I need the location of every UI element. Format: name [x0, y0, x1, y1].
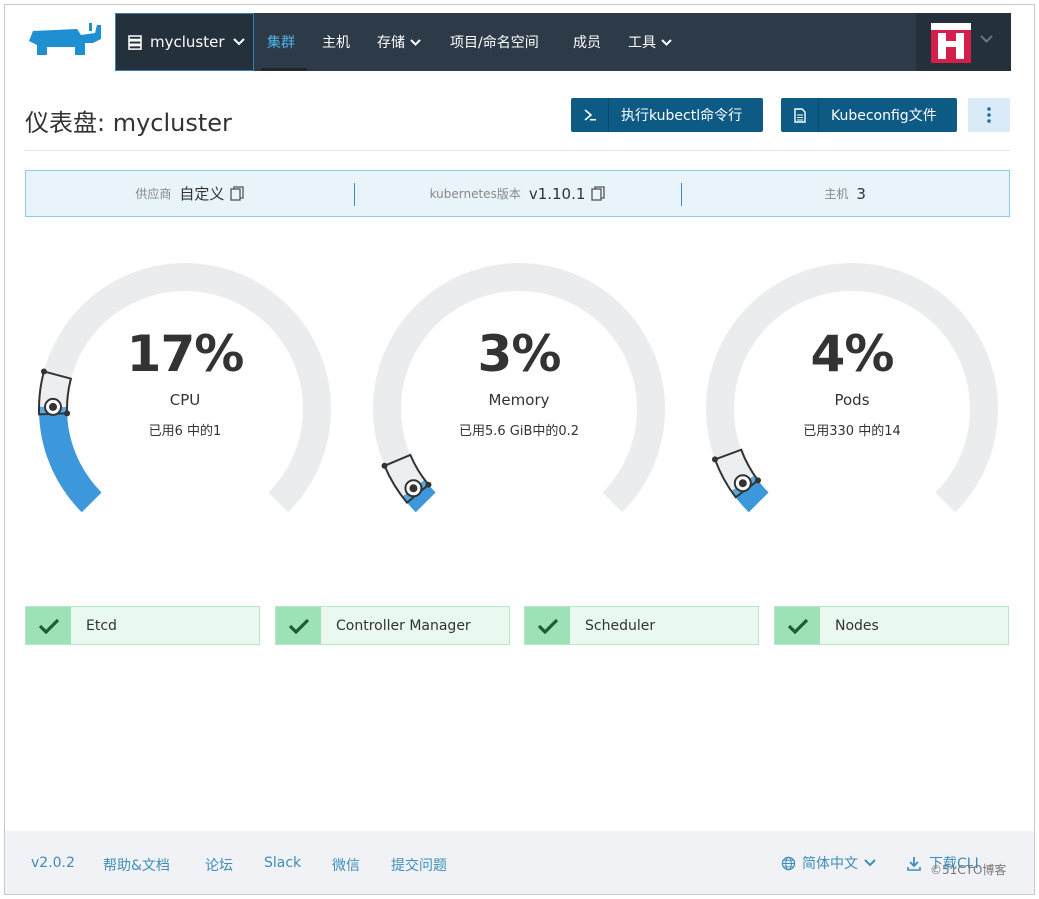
nav-tab-label: 成员: [573, 35, 601, 51]
chevron-down-icon: [232, 38, 245, 46]
top-navbar: mycluster 集群 主机 存储 项目/命名空间 成员 工具: [115, 13, 1011, 71]
nav-tab-cluster[interactable]: 集群: [261, 13, 307, 71]
component-status-controller-manager: Controller Manager: [275, 606, 510, 645]
download-icon: [907, 856, 921, 871]
component-label: Etcd: [86, 617, 117, 634]
cluster-name: mycluster: [150, 33, 225, 51]
check-icon: [775, 607, 820, 644]
nav-tab-label: 存储: [377, 35, 405, 51]
component-status-etcd: Etcd: [25, 606, 260, 645]
hosts-info: 主机 3: [681, 171, 1009, 216]
nav-tab-hosts[interactable]: 主机: [322, 13, 350, 71]
terminal-icon: [571, 98, 609, 132]
nav-tab-label: 项目/命名空间: [450, 35, 539, 51]
gauge-track: [706, 263, 998, 513]
check-icon: [525, 607, 570, 644]
gauge-knob-dot: [409, 484, 418, 493]
cpu-gauge: 17% CPU 已用6 中的1: [35, 257, 335, 527]
gauge-handle-dot: [381, 462, 388, 469]
gauge-handle-dot: [711, 456, 718, 463]
more-actions-button[interactable]: [968, 98, 1010, 132]
avatar: [931, 23, 971, 63]
gauge-handle-dot: [755, 477, 762, 484]
page-title: 仪表盘: mycluster: [25, 109, 232, 137]
file-icon: [781, 98, 819, 132]
gauge-label: Pods: [834, 391, 870, 409]
nav-tab-storage[interactable]: 存储: [377, 13, 421, 71]
gauge-usage: 已用6 中的1: [148, 424, 222, 439]
component-status-nodes: Nodes: [774, 606, 1009, 645]
forum-link[interactable]: 论坛: [205, 855, 233, 875]
user-menu[interactable]: [916, 13, 1011, 71]
gauge-label: Memory: [488, 391, 550, 409]
gauge-handle-dot: [64, 410, 71, 417]
gauge-percent: 17%: [126, 325, 245, 383]
component-label: Controller Manager: [336, 617, 471, 634]
gauge-percent: 4%: [810, 325, 895, 383]
chevron-down-icon: [661, 38, 672, 46]
check-icon: [276, 607, 321, 644]
kubectl-button-label: 执行kubectl命令行: [621, 108, 743, 124]
wechat-link[interactable]: 微信: [332, 855, 360, 875]
memory-gauge: 3% Memory 已用5.6 GiB中的0.2: [369, 257, 669, 527]
app-frame: mycluster 集群 主机 存储 项目/命名空间 成员 工具 仪表盘: my…: [4, 4, 1035, 895]
hosts-value: 3: [856, 184, 866, 203]
watermark: ©51CTO博客: [930, 863, 1007, 877]
check-icon: [26, 607, 71, 644]
component-label: Scheduler: [585, 617, 656, 634]
k8s-version-label: kubernetes版本: [429, 187, 521, 201]
nav-tab-label: 工具: [628, 35, 656, 51]
more-vertical-icon: [987, 107, 991, 123]
kubeconfig-button[interactable]: Kubeconfig文件: [781, 98, 957, 132]
nav-tab-label: 主机: [322, 35, 350, 51]
hosts-label: 主机: [824, 187, 849, 201]
gauge-usage: 已用5.6 GiB中的0.2: [458, 424, 580, 439]
language-label: 简体中文: [802, 856, 858, 872]
nav-tab-label: 集群: [267, 35, 295, 51]
kubectl-button[interactable]: 执行kubectl命令行: [571, 98, 763, 132]
kubeconfig-button-label: Kubeconfig文件: [831, 108, 937, 124]
slack-link[interactable]: Slack: [264, 855, 301, 871]
gauge-track: [39, 263, 331, 513]
component-status-scheduler: Scheduler: [524, 606, 759, 645]
title-divider: [25, 150, 1010, 151]
gauge-knob-dot: [738, 479, 747, 488]
gauge-track: [373, 263, 665, 513]
footer: v2.0.2 帮助&文档 论坛 Slack 微信 提交问题 简体中文 下载CLI: [5, 831, 1034, 894]
chevron-down-icon: [980, 35, 993, 43]
cluster-info-bar: 供应商 自定义 kubernetes版本 v1.10.1 主机 3: [25, 170, 1010, 217]
nav-tab-members[interactable]: 成员: [573, 13, 601, 71]
rancher-logo-icon[interactable]: [25, 21, 103, 59]
copy-icon[interactable]: [591, 186, 606, 201]
gauge-label: CPU: [169, 391, 201, 409]
version-link[interactable]: v2.0.2: [31, 855, 75, 871]
provider-info: 供应商 自定义: [26, 171, 354, 216]
cluster-selector[interactable]: mycluster: [115, 13, 254, 71]
provider-label: 供应商: [135, 187, 172, 201]
gauge-handle-dot: [425, 481, 432, 488]
language-selector[interactable]: 简体中文: [781, 853, 876, 873]
copy-icon[interactable]: [230, 186, 244, 201]
nav-tab-tools[interactable]: 工具: [628, 13, 672, 71]
gauge-usage: 已用330 中的14: [803, 424, 901, 439]
server-icon: [128, 34, 142, 50]
chevron-down-icon: [410, 38, 421, 46]
header: mycluster 集群 主机 存储 项目/命名空间 成员 工具: [5, 5, 1034, 85]
file-issue-link[interactable]: 提交问题: [391, 855, 447, 875]
component-label: Nodes: [835, 617, 879, 634]
k8s-version-info: kubernetes版本 v1.10.1: [353, 171, 682, 216]
globe-icon: [781, 856, 796, 870]
help-docs-link[interactable]: 帮助&文档: [103, 855, 170, 875]
pods-gauge: 4% Pods 已用330 中的14: [702, 257, 1002, 527]
chevron-down-icon: [864, 859, 876, 867]
gauge-percent: 3%: [477, 325, 562, 383]
provider-value: 自定义: [179, 185, 225, 203]
nav-tab-projects[interactable]: 项目/命名空间: [450, 13, 539, 71]
k8s-version-value: v1.10.1: [528, 184, 586, 203]
